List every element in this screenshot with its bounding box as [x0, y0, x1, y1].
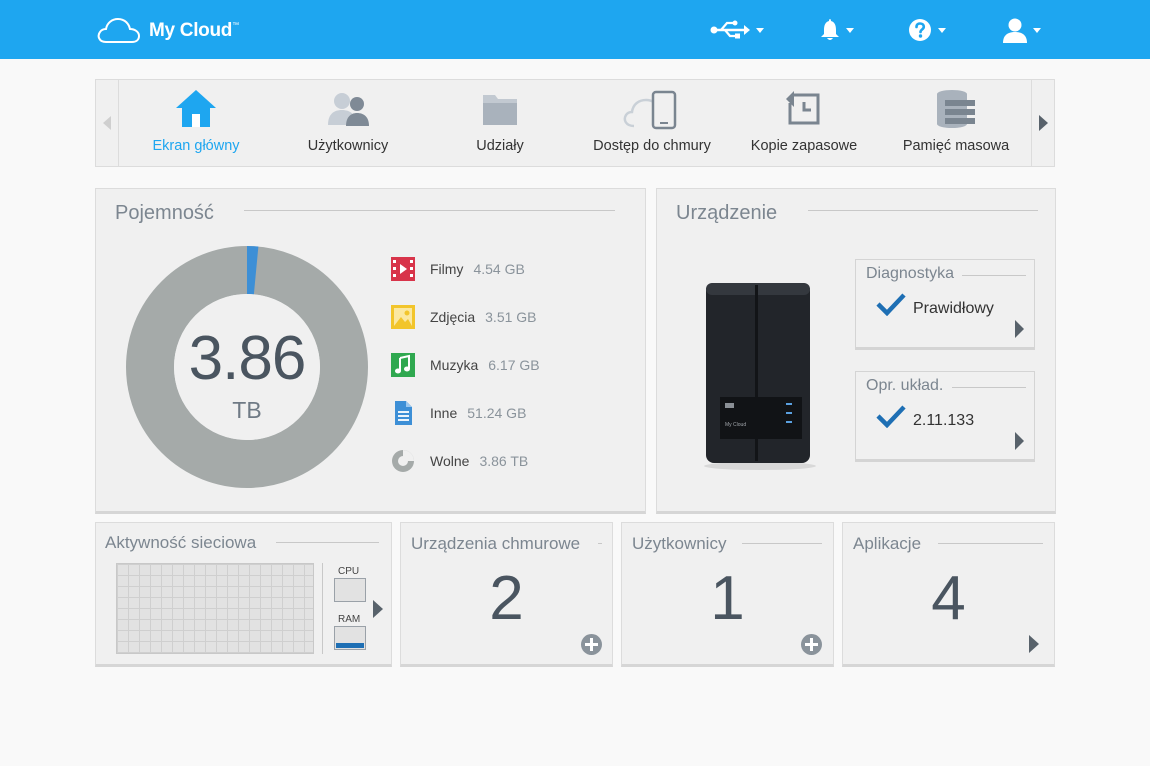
- device-label: My Cloud: [725, 422, 747, 428]
- nav-scroll-left-button[interactable]: [96, 80, 119, 166]
- cloud-access-icon: [623, 90, 677, 130]
- ram-meter: [334, 626, 366, 650]
- apps-count: 4: [931, 564, 966, 633]
- chevron-down-icon: [846, 27, 854, 33]
- nav-item-storage[interactable]: Pamięć masowa: [880, 80, 1032, 166]
- nav-item-users[interactable]: Użytkownicy: [272, 80, 424, 166]
- photo-icon: [391, 305, 415, 329]
- legend-row-photos[interactable]: Zdjęcia 3.51 GB: [390, 304, 537, 330]
- arrow-right-icon[interactable]: [1029, 635, 1039, 653]
- user-menu-button[interactable]: [1003, 14, 1041, 46]
- network-activity-card[interactable]: Aktywność sieciowa CPU RAM: [95, 522, 392, 667]
- arrow-right-icon: [1015, 432, 1024, 450]
- cpu-label: CPU: [338, 566, 360, 577]
- music-icon: [391, 353, 415, 377]
- legend-row-other[interactable]: Inne 51.24 GB: [390, 400, 526, 426]
- title-divider: [742, 543, 822, 544]
- capacity-card: Pojemność 3.86 TB Filmy 4.54 GB Zdjęcia …: [95, 188, 646, 514]
- folder-icon: [483, 95, 517, 125]
- movie-icon: [391, 257, 415, 281]
- chevron-down-icon: [1033, 27, 1041, 33]
- arrow-right-icon: [1015, 320, 1024, 338]
- ram-label: RAM: [338, 614, 361, 625]
- usb-menu-button[interactable]: [710, 14, 764, 46]
- legend-row-movies[interactable]: Filmy 4.54 GB: [390, 256, 525, 282]
- main-navigation: Ekran główny Użytkownicy Udziały Dostęp …: [95, 79, 1055, 167]
- top-bar: My Cloud™: [0, 0, 1150, 59]
- notifications-button[interactable]: [820, 14, 854, 46]
- apps-card[interactable]: Aplikacje 4: [842, 522, 1055, 667]
- title-divider: [938, 543, 1043, 544]
- usb-icon: [710, 20, 750, 39]
- add-cloud-device-button[interactable]: [581, 634, 602, 655]
- diagnostics-title: Diagnostyka: [866, 265, 955, 282]
- firmware-version: 2.11.133: [913, 412, 975, 429]
- ram-meter-fill: [336, 642, 364, 648]
- network-activity-title: Aktywność sieciowa: [105, 533, 257, 552]
- title-divider: [244, 210, 615, 211]
- user-icon: [1003, 18, 1027, 43]
- pie-chart-icon: [392, 450, 414, 472]
- title-divider: [962, 275, 1026, 276]
- network-activity-graph: [116, 563, 314, 654]
- device-image[interactable]: [702, 279, 818, 471]
- cloud-logo-icon: [97, 17, 140, 43]
- device-title: Urządzenie: [676, 202, 778, 224]
- cloud-devices-title: Urządzenia chmurowe: [411, 534, 581, 553]
- diagnostics-panel[interactable]: Diagnostyka Prawidłowy: [855, 259, 1035, 350]
- title-divider: [598, 543, 602, 544]
- diagnostics-status: Prawidłowy: [913, 300, 994, 317]
- chevron-down-icon: [938, 27, 946, 33]
- storage-icon: [937, 90, 975, 128]
- divider: [322, 563, 323, 654]
- arrow-right-icon: [1038, 115, 1048, 131]
- arrow-left-icon: [103, 116, 111, 130]
- document-icon: [395, 401, 412, 425]
- legend-row-music[interactable]: Muzyka 6.17 GB: [390, 352, 540, 378]
- title-divider: [952, 387, 1026, 388]
- cloud-devices-card[interactable]: Urządzenia chmurowe 2: [400, 522, 613, 667]
- capacity-value: 3.86: [188, 324, 307, 393]
- cloud-devices-count: 2: [489, 564, 524, 633]
- help-button[interactable]: [908, 14, 946, 46]
- users-title: Użytkownicy: [632, 534, 727, 553]
- title-divider: [276, 542, 379, 543]
- device-card: Urządzenie My Cloud Diagnostyka Prawidło…: [656, 188, 1056, 514]
- apps-title: Aplikacje: [853, 534, 922, 553]
- capacity-unit: TB: [232, 397, 262, 423]
- nav-item-shares[interactable]: Udziały: [424, 80, 576, 166]
- title-divider: [808, 210, 1038, 211]
- bell-icon: [821, 19, 839, 40]
- users-card[interactable]: Użytkownicy 1: [621, 522, 834, 667]
- firmware-panel[interactable]: Opr. układ. 2.11.133: [855, 371, 1035, 462]
- legend-row-free[interactable]: Wolne 3.86 TB: [390, 448, 528, 474]
- nav-item-home[interactable]: Ekran główny: [120, 80, 272, 166]
- help-icon: [909, 19, 931, 41]
- nav-item-backups[interactable]: Kopie zapasowe: [728, 80, 880, 166]
- cpu-meter: [334, 578, 366, 602]
- arrow-right-icon[interactable]: [373, 600, 383, 618]
- firmware-title: Opr. układ.: [866, 377, 944, 394]
- nav-scroll-right-button[interactable]: [1031, 80, 1054, 166]
- chevron-down-icon: [756, 27, 764, 33]
- checkmark-icon: [876, 405, 906, 428]
- capacity-title: Pojemność: [115, 202, 214, 224]
- add-user-button[interactable]: [801, 634, 822, 655]
- checkmark-icon: [876, 293, 906, 316]
- users-icon: [328, 93, 369, 126]
- backup-icon: [786, 91, 820, 125]
- brand-name[interactable]: My Cloud™: [149, 20, 239, 42]
- users-count: 1: [710, 564, 745, 633]
- nav-item-cloud-access[interactable]: Dostęp do chmury: [576, 80, 728, 166]
- home-icon: [176, 90, 216, 127]
